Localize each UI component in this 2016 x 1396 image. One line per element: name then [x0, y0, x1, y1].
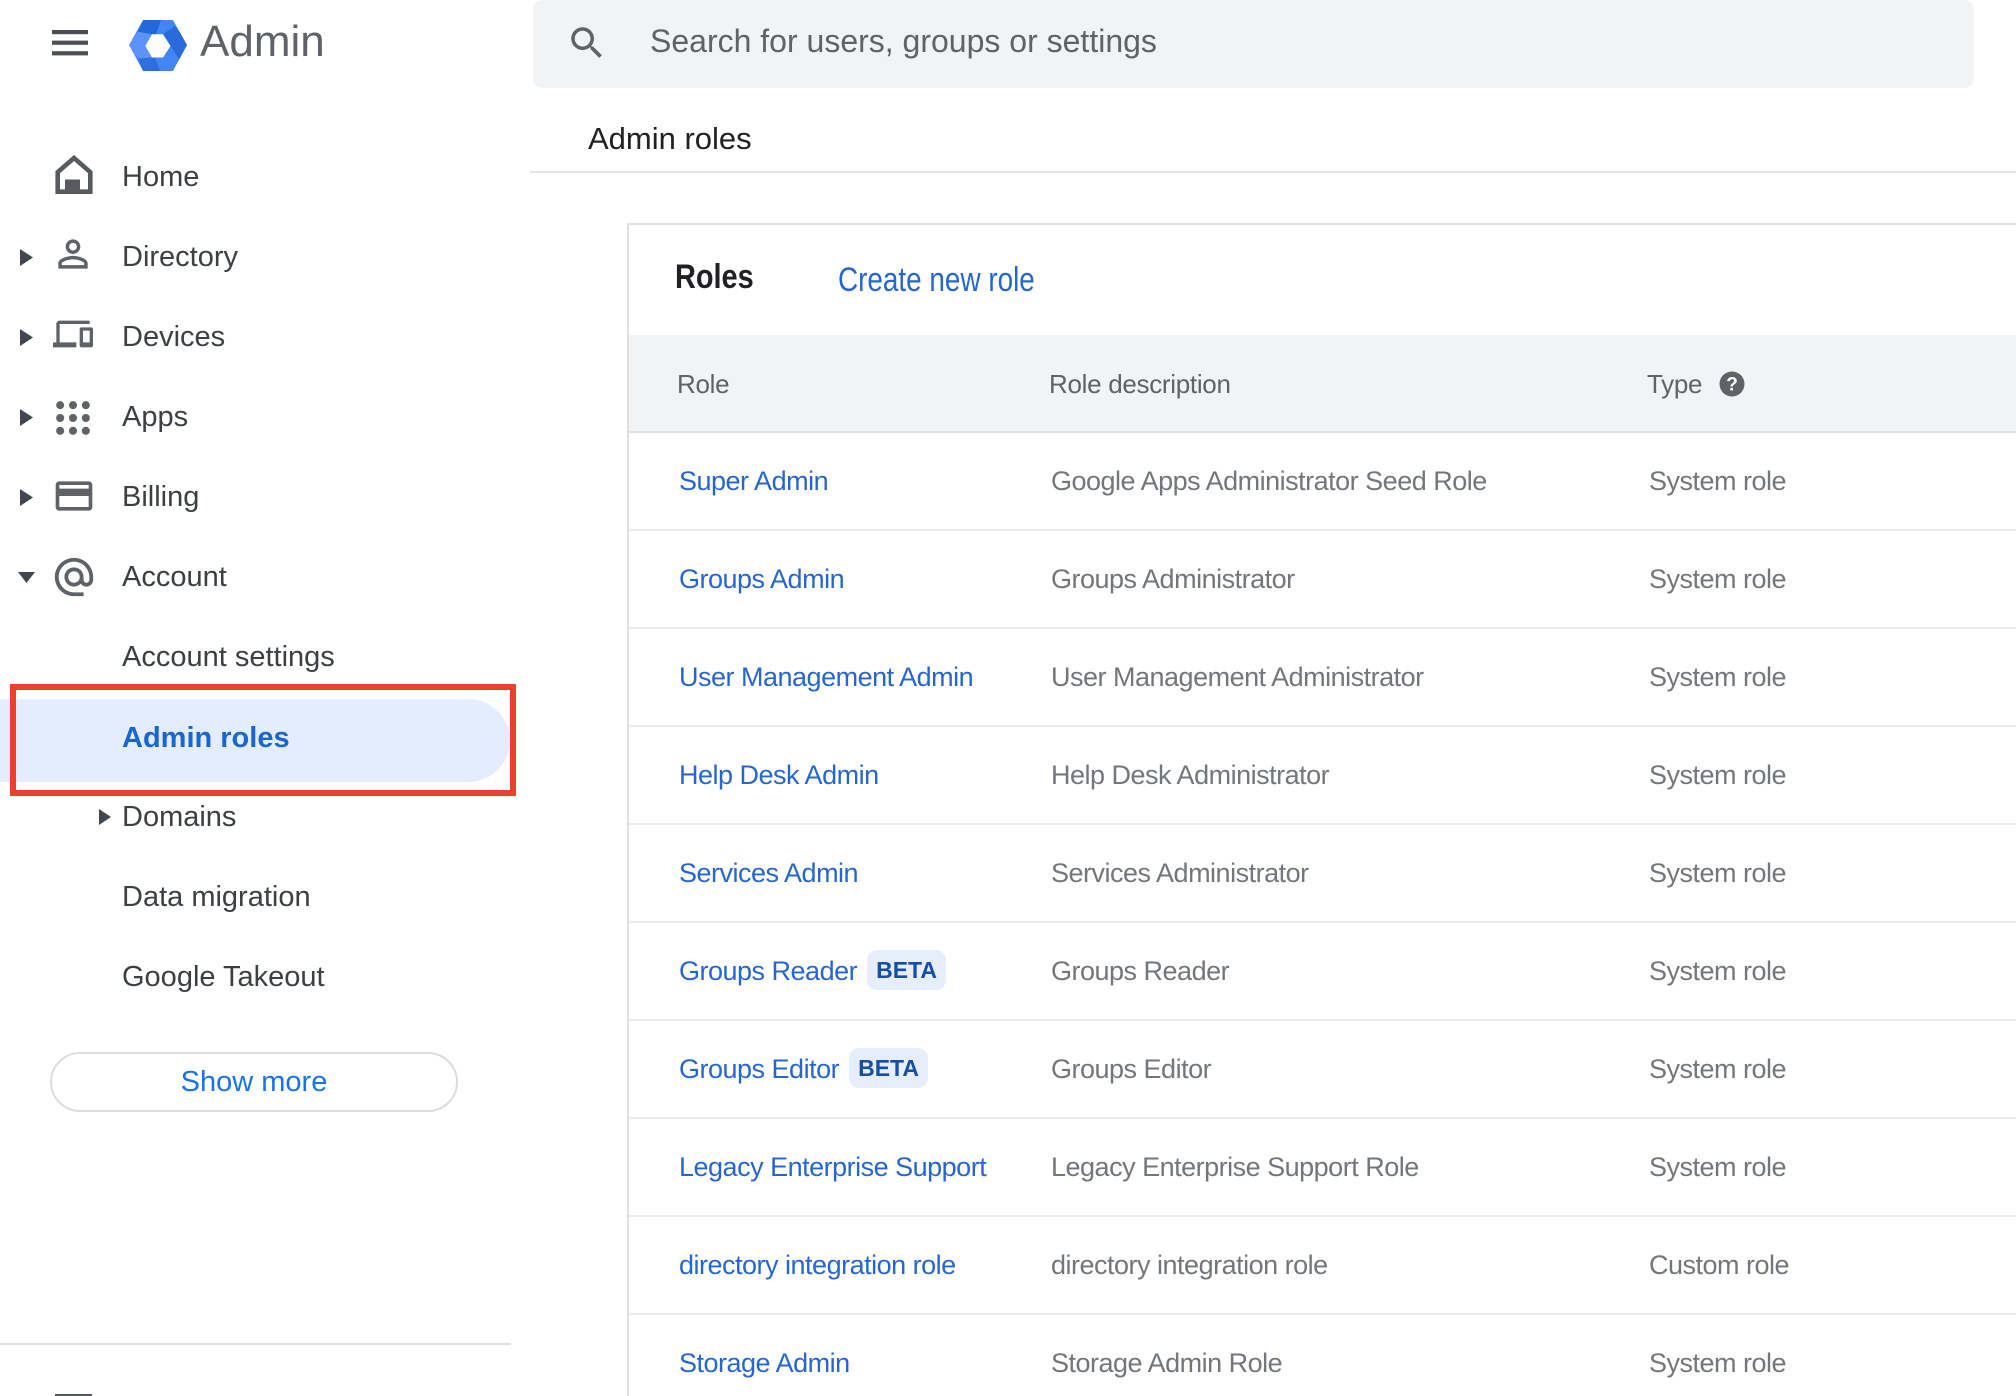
svg-text:?: ?: [1726, 375, 1738, 396]
